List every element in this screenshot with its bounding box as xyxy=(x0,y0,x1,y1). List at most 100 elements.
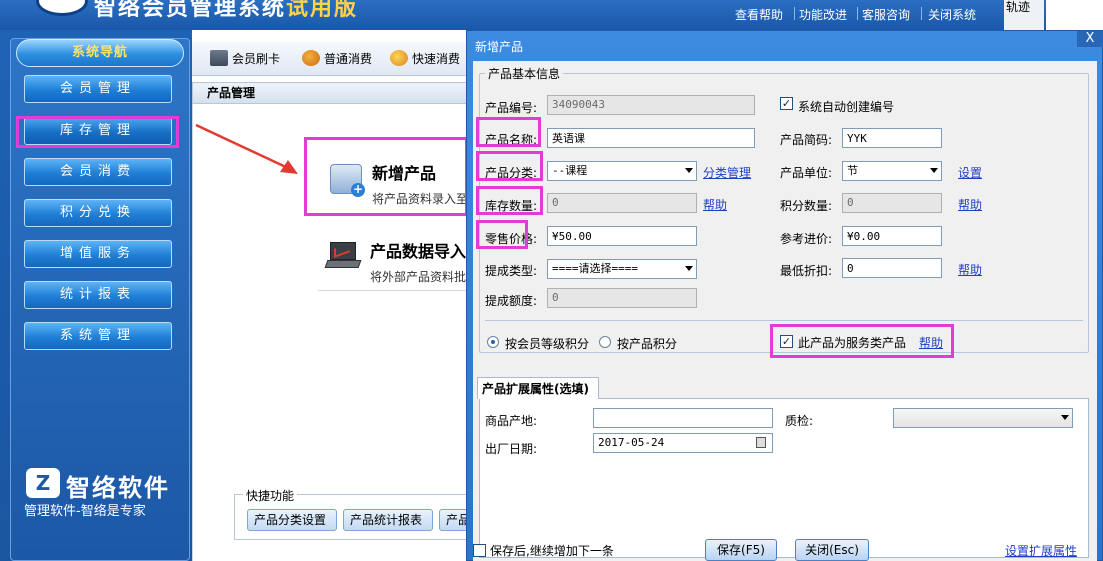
code-field[interactable]: 34090043 xyxy=(547,95,755,115)
product-report-button[interactable]: 产品统计报表 xyxy=(343,509,433,531)
import-product-title: 产品数据导入 xyxy=(370,242,467,261)
sidebar-item-members[interactable]: 会员管理 xyxy=(24,75,172,103)
feedback-link[interactable]: 功能改进 xyxy=(799,6,847,23)
divider xyxy=(485,320,1083,321)
price-field[interactable] xyxy=(547,226,697,246)
points-by-product-radio[interactable] xyxy=(599,336,611,348)
import-product-desc: 将外部产品资料批 xyxy=(370,270,467,284)
discount-help-link[interactable]: 帮助 xyxy=(958,261,982,278)
annotation-arrow-icon xyxy=(195,123,298,174)
support-link[interactable]: 客服咨询 xyxy=(862,6,910,23)
category-manage-link[interactable]: 分类管理 xyxy=(703,164,751,181)
divider xyxy=(318,290,468,291)
points-field[interactable]: 0 xyxy=(842,193,942,213)
category-select[interactable]: --课程 xyxy=(547,161,697,181)
brand-name: 智络软件 xyxy=(66,474,170,502)
sidebar: 系统导航 会员管理 库存管理 会员消费 积分兑换 增值服务 统计报表 系统管理 … xyxy=(0,30,192,561)
brand-mark-icon: Z xyxy=(26,468,60,498)
min-discount-field[interactable] xyxy=(842,258,942,278)
basic-info-title: 产品基本信息 xyxy=(485,65,564,82)
stock-field[interactable]: 0 xyxy=(547,193,697,213)
add-product-desc: 将产品资料录入至 xyxy=(372,192,469,206)
ext-attributes-setting-link[interactable]: 设置扩展属性 xyxy=(1005,542,1077,559)
commission-amount-label: 提成额度: xyxy=(485,294,538,308)
dialog-title: 新增产品 xyxy=(475,40,524,54)
commission-type-select[interactable]: ====请选择==== xyxy=(547,259,697,279)
divider xyxy=(857,7,858,20)
close-button[interactable]: 关闭(Esc) xyxy=(795,539,869,561)
close-icon[interactable]: X xyxy=(1077,31,1103,47)
auto-code-label: 系统自动创建编号 xyxy=(798,100,895,114)
quick-functions: 快捷功能 产品分类设置 产品统计报表 产品 xyxy=(234,487,479,540)
name-field[interactable] xyxy=(547,128,755,148)
sidebar-item-value-added[interactable]: 增值服务 xyxy=(24,240,172,268)
category-setting-button[interactable]: 产品分类设置 xyxy=(247,509,337,531)
origin-label: 商品产地: xyxy=(485,414,538,428)
divider xyxy=(794,7,795,20)
add-product-dialog: 新增产品 X 产品基本信息 产品编号: 34090043 ✓ 系统自动创建编号 … xyxy=(466,30,1103,561)
category-label: 产品分类: xyxy=(485,166,538,180)
sidebar-item-inventory[interactable]: 库存管理 xyxy=(24,117,172,145)
stock-help-link[interactable]: 帮助 xyxy=(703,196,727,213)
auto-code-checkbox[interactable]: ✓ xyxy=(780,97,793,110)
background-window-text: 轨迹 xyxy=(1006,0,1031,14)
points-by-level-radio[interactable] xyxy=(487,336,499,348)
sidebar-item-points-exchange[interactable]: 积分兑换 xyxy=(24,199,172,227)
panel-title: 产品管理 xyxy=(192,82,468,104)
app-title: 智络会员管理系统试用版 xyxy=(94,0,358,22)
add-product-icon: + xyxy=(330,164,365,197)
origin-field[interactable] xyxy=(593,408,773,428)
continue-add-checkbox[interactable] xyxy=(473,544,486,557)
commission-type-value: ====请选择==== xyxy=(552,262,638,275)
code-label: 产品编号: xyxy=(485,101,538,115)
laptop-chart-icon xyxy=(324,242,362,272)
member-card-button[interactable]: 会员刷卡 xyxy=(210,50,280,67)
unit-label: 产品单位: xyxy=(780,166,833,180)
person-coin-icon xyxy=(302,50,320,66)
chevron-down-icon xyxy=(1061,415,1069,420)
save-button[interactable]: 保存(F5) xyxy=(705,539,777,561)
stock-label: 库存数量: xyxy=(485,199,538,213)
sidebar-item-consumption[interactable]: 会员消费 xyxy=(24,158,172,186)
name-label: 产品名称: xyxy=(485,133,538,147)
date-value: 2017-05-24 xyxy=(598,436,665,449)
normal-consumption-button[interactable]: 普通消费 xyxy=(302,50,372,67)
title-bar: 智络会员管理系统试用版 查看帮助 功能改进 客服咨询 关闭系统 轨迹 xyxy=(0,0,1103,30)
chevron-down-icon xyxy=(930,168,938,173)
add-product-title: 新增产品 xyxy=(372,164,437,183)
card-reader-icon xyxy=(210,50,228,66)
price-label: 零售价格: xyxy=(485,232,538,246)
qc-select[interactable] xyxy=(893,408,1073,428)
sidebar-header: 系统导航 xyxy=(16,39,184,67)
commission-amount-field[interactable]: 0 xyxy=(547,288,697,308)
short-code-field[interactable] xyxy=(842,128,942,148)
plus-badge-icon: + xyxy=(351,182,365,197)
min-discount-label: 最低折扣: xyxy=(780,264,833,278)
category-select-value: --课程 xyxy=(552,164,588,177)
chevron-down-icon xyxy=(685,168,693,173)
sidebar-item-system[interactable]: 系统管理 xyxy=(24,322,172,350)
sidebar-item-reports[interactable]: 统计报表 xyxy=(24,281,172,309)
quick-consumption-button[interactable]: 快速消费 xyxy=(390,50,460,67)
unit-select[interactable]: 节 xyxy=(842,161,942,181)
help-link[interactable]: 查看帮助 xyxy=(735,6,783,23)
date-label: 出厂日期: xyxy=(485,442,538,456)
close-system-link[interactable]: 关闭系统 xyxy=(928,6,976,23)
date-field[interactable]: 2017-05-24 xyxy=(593,433,773,453)
ref-price-field[interactable] xyxy=(842,226,942,246)
commission-type-label: 提成类型: xyxy=(485,264,538,278)
app-logo-icon xyxy=(36,0,88,16)
unit-setting-link[interactable]: 设置 xyxy=(958,164,982,181)
points-help-link[interactable]: 帮助 xyxy=(958,196,982,213)
member-card-label: 会员刷卡 xyxy=(232,52,281,66)
divider xyxy=(921,7,922,20)
service-product-checkbox[interactable]: ✓ xyxy=(780,335,793,348)
service-help-link[interactable]: 帮助 xyxy=(919,334,943,351)
toolbar: 会员刷卡 普通消费 快速消费 xyxy=(192,42,468,76)
tab-ext-attributes[interactable]: 产品扩展属性(选填) xyxy=(477,377,599,399)
calendar-icon[interactable] xyxy=(756,437,766,448)
app-edition: 试用版 xyxy=(286,0,359,21)
fast-coin-icon xyxy=(390,50,408,66)
continue-add-label: 保存后,继续增加下一条 xyxy=(490,544,614,558)
service-product-label: 此产品为服务类产品 xyxy=(798,336,907,350)
